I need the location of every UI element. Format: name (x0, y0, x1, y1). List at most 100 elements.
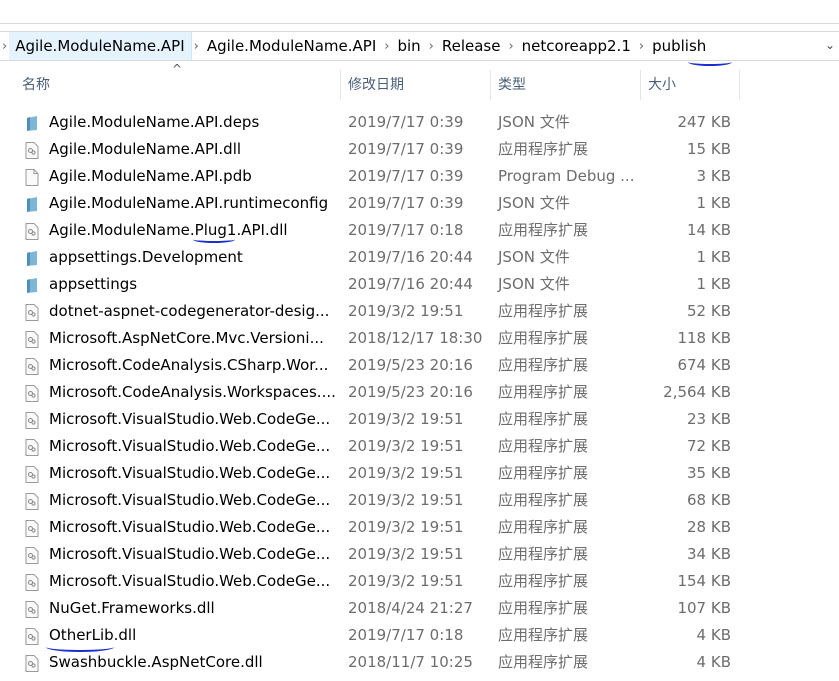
file-date: 2019/7/17 0:39 (348, 140, 464, 158)
file-name: Agile.ModuleName.Plug1.API.dll (49, 221, 288, 239)
file-size: 2,564 KB (663, 383, 731, 401)
file-type: 应用程序扩展 (498, 545, 589, 563)
file-size: 35 KB (687, 464, 731, 482)
file-row[interactable]: Microsoft.VisualStudio.Web.CodeGe... 201… (0, 541, 740, 568)
file-row[interactable]: Microsoft.VisualStudio.Web.CodeGe... 201… (0, 568, 740, 595)
chevron-right-icon[interactable]: › (427, 39, 436, 54)
breadcrumb-item[interactable]: bin (391, 32, 426, 60)
file-type: JSON 文件 (498, 275, 570, 293)
column-header-type[interactable]: 类型 (490, 70, 641, 100)
dll-file-icon (24, 627, 40, 645)
dll-file-icon (24, 546, 40, 564)
file-date: 2019/3/2 19:51 (348, 410, 464, 428)
file-size: 154 KB (677, 572, 731, 590)
address-bar[interactable]: › Agile.ModuleName.API › Agile.ModuleNam… (0, 31, 839, 61)
file-size: 3 KB (696, 167, 731, 185)
json-file-icon (24, 114, 40, 131)
file-size: 4 KB (696, 653, 731, 671)
chevron-right-icon[interactable]: › (506, 39, 515, 54)
dll-file-icon (24, 303, 40, 321)
file-date: 2019/7/17 0:39 (348, 167, 464, 185)
file-row[interactable]: Agile.ModuleName.API.deps 2019/7/17 0:39… (0, 109, 740, 136)
file-file-icon (24, 168, 40, 186)
file-name: Microsoft.AspNetCore.Mvc.Versioni... (49, 329, 324, 347)
json-file-icon (24, 195, 40, 212)
file-name: Microsoft.CodeAnalysis.CSharp.Wor... (49, 356, 329, 374)
file-size: 52 KB (687, 302, 731, 320)
file-row[interactable]: Agile.ModuleName.API.runtimeconfig 2019/… (0, 190, 740, 217)
file-size: 107 KB (677, 599, 731, 617)
breadcrumb-item[interactable]: Agile.ModuleName.API (201, 32, 382, 60)
breadcrumb-item[interactable]: Release (436, 32, 507, 60)
file-size: 1 KB (696, 275, 731, 293)
file-type: 应用程序扩展 (498, 140, 589, 158)
file-size: 118 KB (677, 329, 731, 347)
file-row[interactable]: appsettings.Development 2019/7/16 20:44 … (0, 244, 740, 271)
json-file-icon (24, 249, 40, 266)
file-row[interactable]: Agile.ModuleName.API.dll 2019/7/17 0:39 … (0, 136, 740, 163)
file-date: 2018/11/7 10:25 (348, 653, 473, 671)
file-name: Agile.ModuleName.API.runtimeconfig (49, 194, 329, 212)
file-type: 应用程序扩展 (498, 626, 589, 644)
chevron-right-icon[interactable]: › (382, 39, 391, 54)
file-row[interactable]: Swashbuckle.AspNetCore.dll 2018/11/7 10:… (0, 649, 740, 676)
json-file-icon (24, 276, 40, 293)
column-header-size[interactable]: 大小 (640, 70, 740, 100)
file-type: 应用程序扩展 (498, 653, 589, 671)
file-row[interactable]: Microsoft.CodeAnalysis.CSharp.Wor... 201… (0, 352, 740, 379)
file-row[interactable]: Microsoft.VisualStudio.Web.CodeGe... 201… (0, 460, 740, 487)
file-date: 2019/3/2 19:51 (348, 302, 464, 320)
breadcrumb-item[interactable]: publish (646, 32, 712, 60)
file-row[interactable]: Microsoft.CodeAnalysis.Workspaces.... 20… (0, 379, 740, 406)
file-name: appsettings (49, 275, 138, 293)
file-name: Swashbuckle.AspNetCore.dll (49, 653, 263, 671)
dll-file-icon (24, 492, 40, 510)
dll-file-icon (24, 384, 40, 402)
column-header-name[interactable]: 名称 (14, 70, 341, 100)
file-type: 应用程序扩展 (498, 464, 589, 482)
file-size: 14 KB (687, 221, 731, 239)
file-row[interactable]: dotnet-aspnet-codegenerator-desig... 201… (0, 298, 740, 325)
breadcrumb-item[interactable]: netcoreapp2.1 (516, 32, 637, 60)
file-name: Microsoft.VisualStudio.Web.CodeGe... (49, 410, 331, 428)
file-size: 674 KB (677, 356, 731, 374)
file-date: 2019/3/2 19:51 (348, 491, 464, 509)
file-name: Microsoft.CodeAnalysis.Workspaces.... (49, 383, 336, 401)
annotation-underline (193, 236, 235, 243)
file-type: 应用程序扩展 (498, 221, 589, 239)
dll-file-icon (24, 411, 40, 429)
chevron-right-icon: › (2, 38, 8, 54)
file-size: 23 KB (687, 410, 731, 428)
chevron-right-icon[interactable]: › (637, 39, 646, 54)
file-type: 应用程序扩展 (498, 518, 589, 536)
file-name: Microsoft.VisualStudio.Web.CodeGe... (49, 545, 331, 563)
file-type: 应用程序扩展 (498, 410, 589, 428)
breadcrumb-item[interactable]: Agile.ModuleName.API (9, 32, 192, 60)
file-type: 应用程序扩展 (498, 356, 589, 374)
chevron-down-icon[interactable]: ⌄ (825, 38, 835, 52)
file-row[interactable]: Microsoft.VisualStudio.Web.CodeGe... 201… (0, 514, 740, 541)
file-row[interactable]: Microsoft.VisualStudio.Web.CodeGe... 201… (0, 487, 740, 514)
dll-file-icon (24, 141, 40, 159)
column-header-date[interactable]: 修改日期 (340, 70, 491, 100)
file-row[interactable]: Microsoft.AspNetCore.Mvc.Versioni... 201… (0, 325, 740, 352)
file-type: 应用程序扩展 (498, 383, 589, 401)
file-row[interactable]: Microsoft.VisualStudio.Web.CodeGe... 201… (0, 406, 740, 433)
dll-file-icon (24, 222, 40, 240)
file-row[interactable]: Agile.ModuleName.API.pdb 2019/7/17 0:39 … (0, 163, 740, 190)
dll-file-icon (24, 573, 40, 591)
dll-file-icon (24, 330, 40, 348)
file-row[interactable]: Microsoft.VisualStudio.Web.CodeGe... 201… (0, 433, 740, 460)
file-row[interactable]: NuGet.Frameworks.dll 2018/4/24 21:27 应用程… (0, 595, 740, 622)
file-row[interactable]: Agile.ModuleName.Plug1.API.dll 2019/7/17… (0, 217, 740, 244)
file-type: Program Debug ... (498, 167, 635, 185)
file-name: Microsoft.VisualStudio.Web.CodeGe... (49, 464, 331, 482)
file-type: 应用程序扩展 (498, 572, 589, 590)
file-type: 应用程序扩展 (498, 329, 589, 347)
dll-file-icon (24, 357, 40, 375)
chevron-right-icon[interactable]: › (192, 39, 201, 54)
file-date: 2019/5/23 20:16 (348, 356, 473, 374)
file-row[interactable]: appsettings 2019/7/16 20:44 JSON 文件 1 KB (0, 271, 740, 298)
dll-file-icon (24, 600, 40, 618)
dll-file-icon (24, 519, 40, 537)
